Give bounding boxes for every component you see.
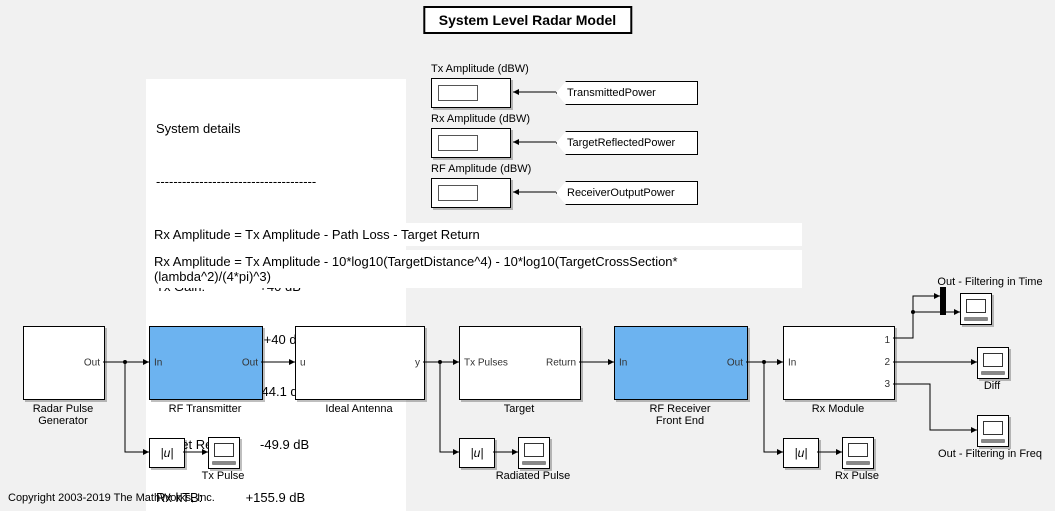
rf-from-label: ReceiverOutputPower <box>567 187 675 199</box>
rf-receiver-label: RF Receiver Front End <box>614 403 746 427</box>
tx-from-label: TransmittedPower <box>567 87 656 99</box>
target-label: Target <box>459 403 579 415</box>
diff-scope-label: Diff <box>972 380 1012 392</box>
time-scope[interactable] <box>960 293 992 325</box>
port-in: In <box>788 358 796 369</box>
ideal-antenna-label: Ideal Antenna <box>295 403 423 415</box>
target-block[interactable]: Tx Pulses Return <box>459 326 581 400</box>
rx-from-label: TargetReflectedPower <box>567 137 675 149</box>
ideal-antenna-block[interactable]: u y <box>295 326 425 400</box>
note-row-target-return: Target Return: -49.9 dB <box>156 436 396 454</box>
port-in: u <box>300 358 306 369</box>
tx-display-block[interactable] <box>431 78 511 108</box>
copyright-text: Copyright 2003-2019 The MathWorks, Inc. <box>8 492 215 504</box>
rf-from-block[interactable]: ReceiverOutputPower <box>556 181 698 205</box>
rx-module-block[interactable]: In 1 2 3 <box>783 326 895 400</box>
abs-rx-block[interactable]: |u| <box>783 438 819 468</box>
port-in: In <box>154 358 162 369</box>
terminator-block[interactable] <box>940 287 946 315</box>
port-out: Out <box>727 358 743 369</box>
port-out: Out <box>84 358 100 369</box>
port-2: 2 <box>884 357 890 368</box>
note-heading: System details <box>156 120 396 138</box>
rf-transmitter-label: RF Transmitter <box>149 403 261 415</box>
note-divider: ------------------------------------- <box>156 173 396 191</box>
port-1: 1 <box>884 335 890 346</box>
rf-transmitter-block[interactable]: In Out <box>149 326 263 400</box>
port-out: y <box>415 358 420 369</box>
freq-scope[interactable] <box>977 415 1009 447</box>
abs-tx-block[interactable]: |u| <box>149 438 185 468</box>
model-title: System Level Radar Model <box>423 6 632 34</box>
radar-pulse-generator-block[interactable]: Out <box>23 326 105 400</box>
simulink-canvas[interactable]: System Level Radar Model System details … <box>0 0 1055 511</box>
rf-monitor-label: RF Amplitude (dBW) <box>431 163 531 175</box>
rx-pulse-scope-label: Rx Pulse <box>820 470 894 482</box>
port-out: Out <box>242 358 258 369</box>
radiated-pulse-scope[interactable] <box>518 437 550 469</box>
tx-pulse-scope[interactable] <box>208 437 240 469</box>
freq-scope-label: Out - Filtering in Freq <box>930 448 1050 460</box>
rx-monitor-label: Rx Amplitude (dBW) <box>431 113 530 125</box>
tx-pulse-scope-label: Tx Pulse <box>188 470 258 482</box>
port-out: Return <box>546 358 576 369</box>
port-in: Tx Pulses <box>464 358 508 369</box>
tx-from-block[interactable]: TransmittedPower <box>556 81 698 105</box>
formula-1: Rx Amplitude = Tx Amplitude - Path Loss … <box>146 223 802 246</box>
rf-receiver-block[interactable]: In Out <box>614 326 748 400</box>
port-in: In <box>619 358 627 369</box>
rx-display-block[interactable] <box>431 128 511 158</box>
rx-module-label: Rx Module <box>783 403 893 415</box>
port-3: 3 <box>884 379 890 390</box>
time-scope-label: Out - Filtering in Time <box>930 276 1050 288</box>
rx-from-block[interactable]: TargetReflectedPower <box>556 131 698 155</box>
system-details-note: System details -------------------------… <box>146 79 406 511</box>
abs-radiated-block[interactable]: |u| <box>459 438 495 468</box>
radar-pulse-generator-label: Radar Pulse Generator <box>8 403 118 427</box>
tx-monitor-label: Tx Amplitude (dBW) <box>431 63 529 75</box>
diff-scope[interactable] <box>977 347 1009 379</box>
formula-2: Rx Amplitude = Tx Amplitude - 10*log10(T… <box>146 250 802 288</box>
rf-display-block[interactable] <box>431 178 511 208</box>
rx-pulse-scope[interactable] <box>842 437 874 469</box>
radiated-pulse-scope-label: Radiated Pulse <box>488 470 578 482</box>
